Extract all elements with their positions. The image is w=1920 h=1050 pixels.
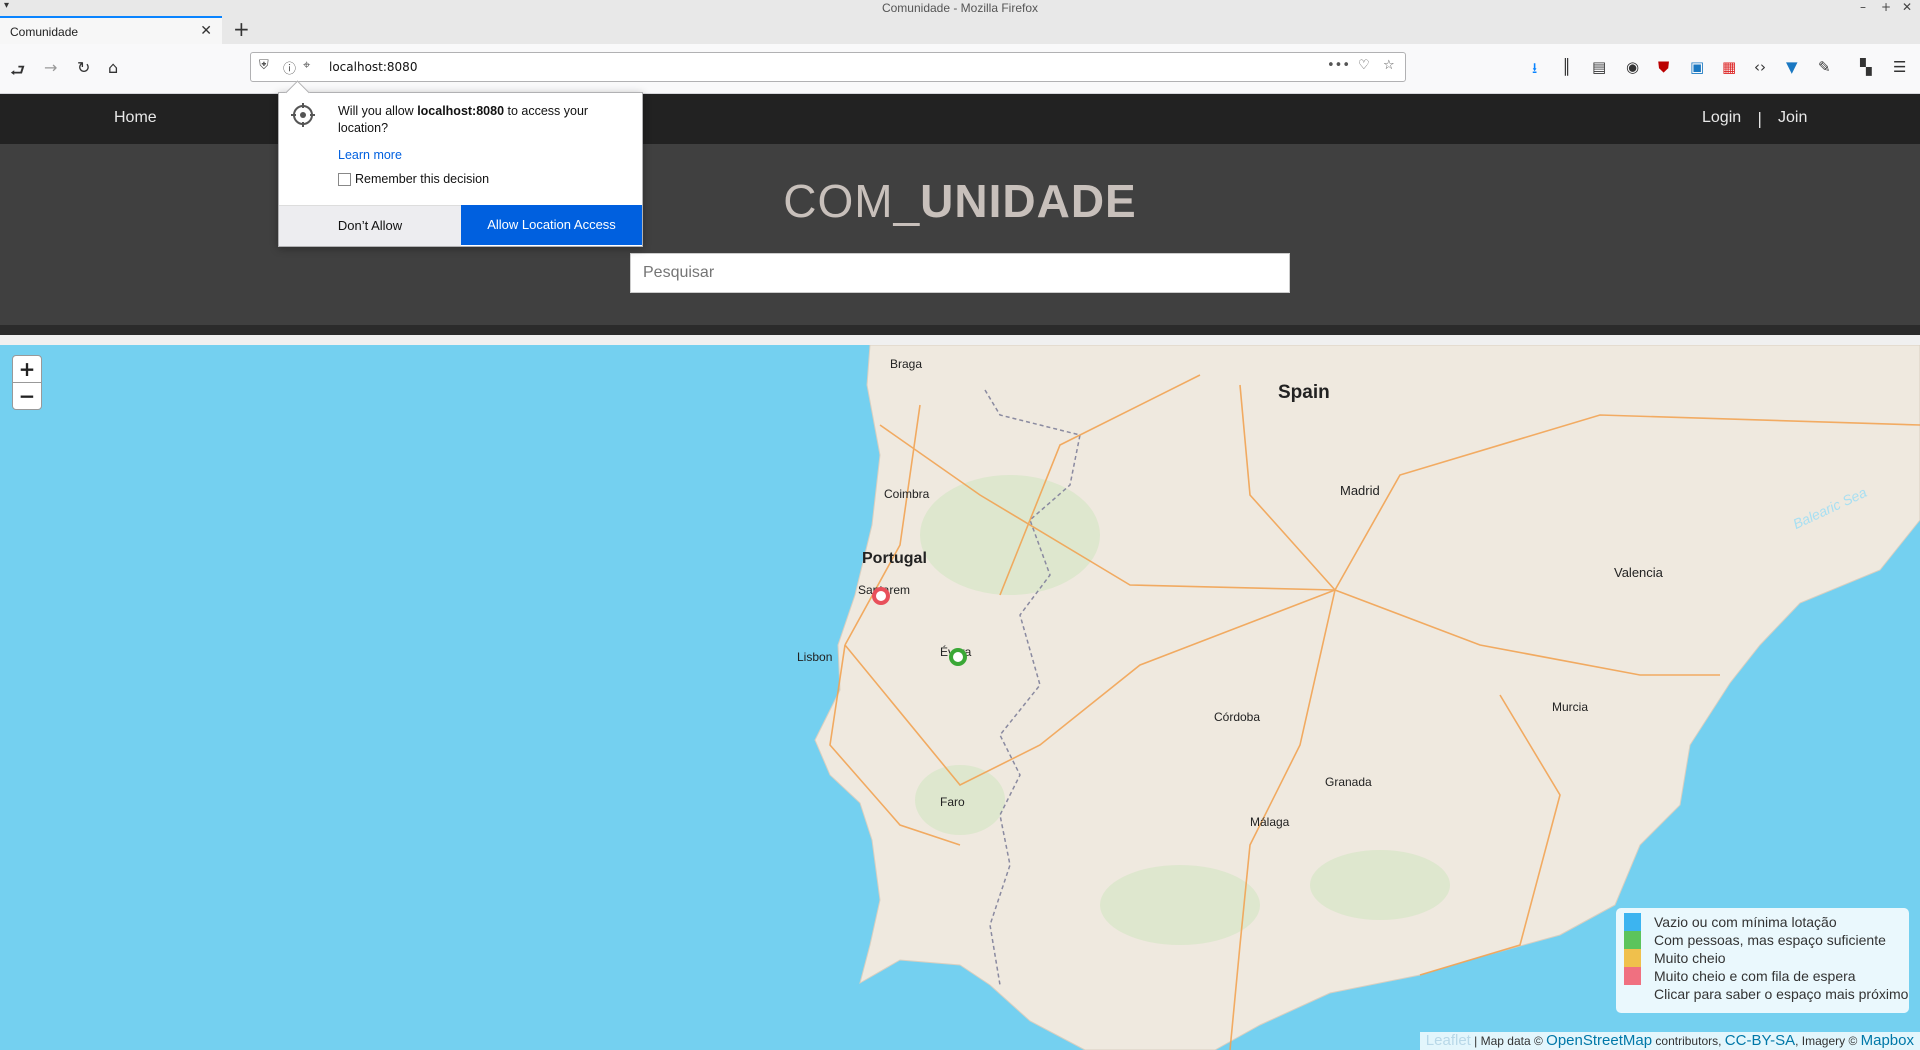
extension-v-icon[interactable]: ▼	[1786, 58, 1798, 76]
legend-label: Com pessoas, mas espaço suficiente	[1654, 932, 1886, 948]
attribution-text: | Map data ©	[1470, 1034, 1547, 1048]
legend-swatch-empty	[1624, 913, 1641, 931]
city-label-braga: Braga	[890, 357, 923, 371]
legend-swatch-very-full	[1624, 949, 1641, 967]
url-bar[interactable]: ⛨ ⓘ ⌖ localhost:8080 ••• ♡ ☆	[250, 52, 1406, 82]
hamburger-menu-icon[interactable]: ☰	[1893, 58, 1906, 76]
downloads-icon[interactable]: ⭳	[1532, 58, 1537, 83]
map-container[interactable]: Portugal Spain Madrid Lisbon Santarem Év…	[0, 345, 1920, 1050]
legend-swatch-queue	[1624, 967, 1641, 985]
permission-question: Will you allow localhost:8080 to access …	[338, 103, 628, 137]
pocket-icon[interactable]: ♡	[1358, 58, 1370, 73]
home-icon[interactable]: ⌂	[108, 58, 118, 77]
close-window-icon[interactable]: ✕	[1902, 0, 1912, 14]
city-label-valencia: Valencia	[1614, 565, 1663, 580]
remember-decision-label[interactable]: Remember this decision	[355, 172, 489, 186]
legend-label-nearest[interactable]: Clicar para saber o espaço mais próximo	[1654, 986, 1908, 1002]
question-host: localhost:8080	[417, 104, 505, 118]
location-permission-popup: Will you allow localhost:8080 to access …	[278, 80, 643, 247]
nav-login-link[interactable]: Login	[1702, 109, 1741, 127]
map-marker-red[interactable]	[872, 587, 890, 605]
tab-comunidade[interactable]: Comunidade ✕	[0, 16, 222, 44]
site-info-icon[interactable]: ⓘ	[283, 58, 296, 77]
learn-more-link[interactable]: Learn more	[338, 148, 402, 162]
map-attribution: Leaflet | Map data © OpenStreetMap contr…	[1419, 1032, 1920, 1050]
brand-part-unidade: UNIDADE	[920, 175, 1137, 227]
search-input[interactable]	[630, 253, 1290, 293]
green-area	[1310, 850, 1450, 920]
zoom-out-button[interactable]: −	[12, 382, 42, 410]
eyedropper-icon[interactable]: ✎	[1818, 58, 1831, 76]
city-label-murcia: Murcia	[1552, 700, 1589, 714]
osm-link[interactable]: OpenStreetMap	[1546, 1032, 1652, 1049]
country-label-spain: Spain	[1278, 382, 1330, 403]
reload-icon[interactable]: ↻	[77, 58, 90, 77]
city-label-granada: Granada	[1325, 775, 1372, 789]
city-label-faro: Faro	[940, 795, 965, 809]
nav-join-link[interactable]: Join	[1778, 109, 1807, 127]
minimize-icon[interactable]: –	[1860, 0, 1866, 14]
crosshair-location-icon	[291, 103, 315, 127]
url-text: localhost:8080	[329, 60, 418, 74]
navigation-toolbar: ⮐ → ↻ ⌂ ⛨ ⓘ ⌖ localhost:8080 ••• ♡ ☆ ⭳ ║…	[0, 44, 1920, 94]
brand-part-com: COM_	[783, 175, 921, 227]
city-label-lisbon: Lisbon	[797, 650, 833, 664]
map-marker-green[interactable]	[949, 648, 967, 666]
allow-location-button[interactable]: Allow Location Access	[461, 205, 642, 245]
legend-label: Muito cheio e com fila de espera	[1654, 968, 1856, 984]
city-label-cordoba: Córdoba	[1214, 710, 1261, 724]
map-legend: Vazio ou com mínima lotação Com pessoas,…	[1616, 908, 1909, 1013]
extension-s-icon[interactable]: ▣	[1690, 58, 1704, 76]
legend-swatch-some-people	[1624, 931, 1641, 949]
attribution-text: , Imagery ©	[1795, 1034, 1861, 1048]
new-tab-button[interactable]: +	[233, 19, 250, 39]
legend-label: Muito cheio	[1654, 950, 1726, 966]
page-actions-icon[interactable]: •••	[1327, 58, 1350, 73]
nav-separator: |	[1757, 109, 1763, 128]
country-label-portugal: Portugal	[862, 550, 927, 567]
bookmark-star-icon[interactable]: ☆	[1383, 58, 1395, 73]
attribution-text: contributors,	[1652, 1034, 1725, 1048]
window-title: Comunidade - Mozilla Firefox	[881, 1, 1039, 15]
city-label-madrid: Madrid	[1340, 483, 1380, 498]
green-area	[1100, 865, 1260, 945]
city-label-malaga: Málaga	[1250, 815, 1290, 829]
license-link[interactable]: CC-BY-SA	[1725, 1032, 1795, 1049]
zoom-in-button[interactable]: +	[12, 355, 42, 383]
green-area	[920, 475, 1100, 595]
question-prefix: Will you allow	[338, 104, 418, 118]
tab-strip: Comunidade ✕ +	[0, 16, 1920, 44]
forward-arrow-icon[interactable]: →	[44, 58, 57, 77]
devtools-icon[interactable]: ‹›	[1754, 58, 1766, 76]
legend-label: Vazio ou com mínima lotação	[1654, 914, 1837, 930]
close-tab-icon[interactable]: ✕	[200, 23, 212, 39]
tab-label: Comunidade	[10, 25, 79, 39]
sidebar-icon[interactable]: ▤	[1592, 58, 1606, 76]
dont-allow-button[interactable]: Don’t Allow	[279, 205, 461, 246]
extension-badge-icon[interactable]: ▦	[1722, 58, 1736, 76]
remember-decision-checkbox[interactable]	[338, 173, 351, 186]
account-icon[interactable]: ◉	[1626, 58, 1639, 76]
back-arrow-icon[interactable]: ⮐	[10, 58, 25, 87]
mapbox-link[interactable]: Mapbox	[1861, 1032, 1914, 1049]
library-icon[interactable]: ║	[1562, 58, 1571, 76]
ublock-icon[interactable]: ⛊	[1658, 58, 1669, 76]
maximize-icon[interactable]: +	[1881, 0, 1891, 14]
location-permission-icon[interactable]: ⌖	[303, 58, 310, 73]
window-titlebar: ▾ Comunidade - Mozilla Firefox – + ✕	[0, 0, 1920, 16]
nav-home-link[interactable]: Home	[114, 109, 157, 127]
tracking-shield-icon[interactable]: ⛨	[259, 58, 269, 73]
leaflet-link[interactable]: Leaflet	[1426, 1032, 1471, 1049]
city-label-coimbra: Coimbra	[884, 487, 930, 501]
extensions-icon[interactable]: ▚	[1860, 58, 1872, 76]
